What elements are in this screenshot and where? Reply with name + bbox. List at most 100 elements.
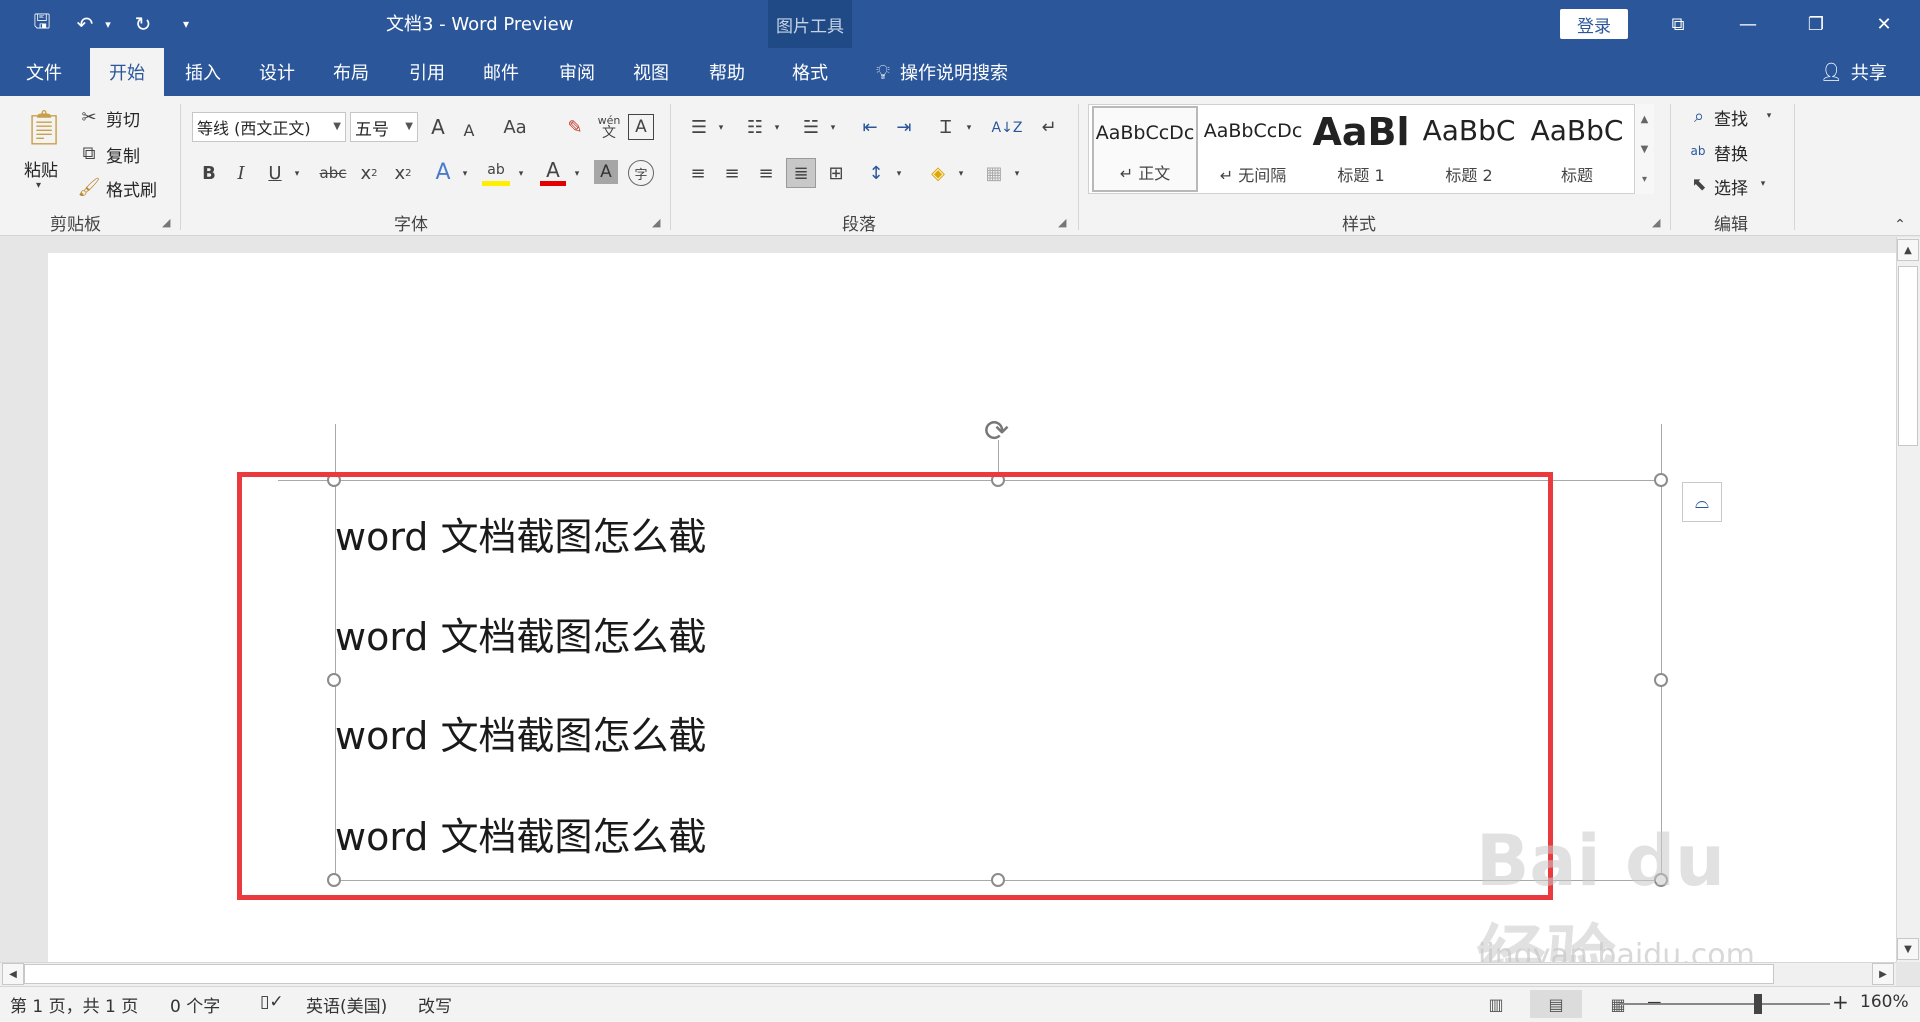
borders-dropdown-icon[interactable]: ▾ (1010, 166, 1024, 182)
shading-dropdown-icon[interactable]: ▾ (954, 166, 968, 182)
minimize-button[interactable]: — (1718, 0, 1778, 48)
login-button[interactable]: 登录 (1560, 9, 1628, 39)
resize-handle-top-right[interactable] (1654, 473, 1668, 487)
redo-icon[interactable]: ↻ (128, 10, 158, 38)
subscript-icon[interactable]: x2 (356, 160, 382, 186)
highlight-icon[interactable]: ab (482, 158, 510, 186)
scroll-left-icon[interactable]: ◀ (2, 963, 24, 985)
scroll-down-icon[interactable]: ▼ (1897, 938, 1919, 960)
customize-quick-access-icon[interactable]: ▾ (176, 10, 196, 38)
chevron-down-icon[interactable]: ▼ (1641, 144, 1649, 155)
shading-bucket-icon[interactable]: ◈ (924, 160, 952, 186)
italic-icon[interactable]: I (228, 160, 254, 186)
zoom-out-button[interactable]: − (1646, 990, 1663, 1014)
phonetic-guide-icon[interactable]: wén 文 (596, 112, 622, 142)
paste-button[interactable]: 粘贴 (24, 156, 58, 181)
zoom-slider[interactable] (1620, 1003, 1830, 1005)
styles-scroll[interactable]: ▲ ▼ ▾ (1634, 104, 1654, 194)
style-heading-1[interactable]: AaBl 标题 1 (1308, 106, 1414, 192)
copy-button[interactable]: 复制 (106, 142, 140, 167)
bold-icon[interactable]: B (196, 160, 222, 186)
tab-home[interactable]: 开始 (90, 48, 164, 96)
replace-button[interactable]: 替换 (1714, 140, 1748, 165)
style-normal[interactable]: AaBbCcDc ↵ 正文 (1092, 106, 1198, 192)
align-center-icon[interactable]: ≡ (718, 160, 746, 186)
align-right-icon[interactable]: ≡ (752, 160, 780, 186)
restore-button[interactable]: ❐ (1786, 0, 1846, 48)
language-indicator[interactable]: 英语(美国) (306, 992, 387, 1017)
paste-dropdown-icon[interactable]: ▾ (36, 180, 41, 191)
highlight-dropdown-icon[interactable]: ▾ (514, 166, 528, 182)
character-shading-icon[interactable]: A (594, 160, 618, 184)
collapse-ribbon-icon[interactable]: ⌃ (1890, 216, 1910, 234)
multilevel-list-icon[interactable]: ☱ (796, 114, 826, 140)
font-color-dropdown-icon[interactable]: ▾ (570, 166, 584, 182)
page-count[interactable]: 第 1 页，共 1 页 (10, 992, 138, 1017)
sort-icon[interactable]: A↓Z (992, 114, 1023, 142)
style-title[interactable]: AaBbC 标题 (1524, 106, 1630, 192)
rotate-handle-icon[interactable]: ⟳ (984, 414, 1009, 449)
superscript-icon[interactable]: x2 (390, 160, 416, 186)
bullets-dropdown-icon[interactable]: ▾ (714, 120, 728, 136)
print-layout-icon[interactable]: ▤ (1530, 990, 1582, 1018)
chinese-layout-icon[interactable]: Ꮖ (932, 114, 960, 140)
style-heading-2[interactable]: AaBbC 标题 2 (1416, 106, 1522, 192)
more-styles-icon[interactable]: ▾ (1642, 174, 1647, 185)
ribbon-display-options-icon[interactable]: ⧉ (1648, 0, 1708, 48)
chinese-layout-dropdown-icon[interactable]: ▾ (962, 120, 976, 136)
tab-references[interactable]: 引用 (390, 48, 464, 96)
multilevel-dropdown-icon[interactable]: ▾ (826, 120, 840, 136)
select-dropdown-icon[interactable]: ▾ (1756, 176, 1770, 192)
replace-icon[interactable]: ab (1686, 138, 1710, 164)
tab-layout[interactable]: 布局 (314, 48, 388, 96)
line-spacing-icon[interactable]: ↕ (862, 160, 890, 186)
word-count[interactable]: 0 个字 (170, 992, 220, 1017)
enclose-characters-icon[interactable]: 字 (628, 160, 654, 186)
paragraph-launcher-icon[interactable]: ◢ (1058, 216, 1066, 229)
overtype-mode[interactable]: 改写 (418, 992, 452, 1017)
borders-icon[interactable]: ▦ (980, 160, 1008, 186)
tab-design[interactable]: 设计 (240, 48, 314, 96)
search-icon[interactable]: ⌕ (1688, 104, 1710, 128)
zoom-level[interactable]: 160% (1860, 992, 1909, 1012)
cursor-icon[interactable]: ⬉ (1688, 172, 1710, 196)
font-launcher-icon[interactable]: ◢ (652, 216, 660, 229)
scroll-up-icon[interactable]: ▲ (1897, 239, 1919, 261)
tab-review[interactable]: 审阅 (540, 48, 614, 96)
tell-me-search[interactable]: 💡︎ 操作说明搜索 (876, 48, 1008, 96)
undo-dropdown-icon[interactable]: ▾ (100, 10, 116, 38)
grow-font-icon[interactable]: A (426, 114, 450, 140)
paste-icon[interactable]: 📋︎ (22, 104, 66, 152)
scissors-icon[interactable]: ✂ (78, 106, 100, 128)
align-left-icon[interactable]: ≡ (684, 160, 712, 186)
close-button[interactable]: ✕ (1854, 0, 1914, 48)
copy-icon[interactable]: ⧉ (78, 142, 100, 164)
undo-icon[interactable]: ↶ (70, 10, 100, 38)
format-painter-icon[interactable]: 🖌︎ (78, 176, 101, 198)
show-formatting-marks-icon[interactable]: ↵ (1036, 114, 1062, 140)
underline-icon[interactable]: U (262, 160, 288, 186)
tab-format[interactable]: 格式 (770, 48, 850, 96)
font-name-combo[interactable]: 等线 (西文正文) ▼ (192, 112, 346, 142)
line-spacing-dropdown-icon[interactable]: ▾ (892, 166, 906, 182)
save-icon[interactable]: 🖫 (28, 9, 56, 38)
zoom-slider-thumb[interactable] (1754, 994, 1762, 1014)
text-effects-dropdown-icon[interactable]: ▾ (458, 166, 472, 182)
scroll-right-icon[interactable]: ▶ (1872, 963, 1894, 985)
zoom-in-button[interactable]: + (1832, 990, 1849, 1014)
vertical-scroll-thumb[interactable] (1898, 266, 1918, 446)
shrink-font-icon[interactable]: A (458, 118, 480, 142)
styles-launcher-icon[interactable]: ◢ (1652, 216, 1660, 229)
justify-icon[interactable]: ≣ (786, 158, 816, 188)
decrease-indent-icon[interactable]: ⇤ (856, 114, 884, 140)
bullets-icon[interactable]: ☰ (684, 114, 714, 140)
style-no-spacing[interactable]: AaBbCcDc ↵ 无间隔 (1200, 106, 1306, 192)
tab-view[interactable]: 视图 (614, 48, 688, 96)
clear-formatting-icon[interactable]: ✎ (562, 114, 588, 140)
cut-button[interactable]: 剪切 (106, 106, 140, 131)
numbering-dropdown-icon[interactable]: ▾ (770, 120, 784, 136)
numbering-icon[interactable]: ☷ (740, 114, 770, 140)
font-color-icon[interactable]: A (540, 158, 566, 186)
underline-dropdown-icon[interactable]: ▾ (290, 166, 304, 182)
resize-handle-right[interactable] (1654, 673, 1668, 687)
